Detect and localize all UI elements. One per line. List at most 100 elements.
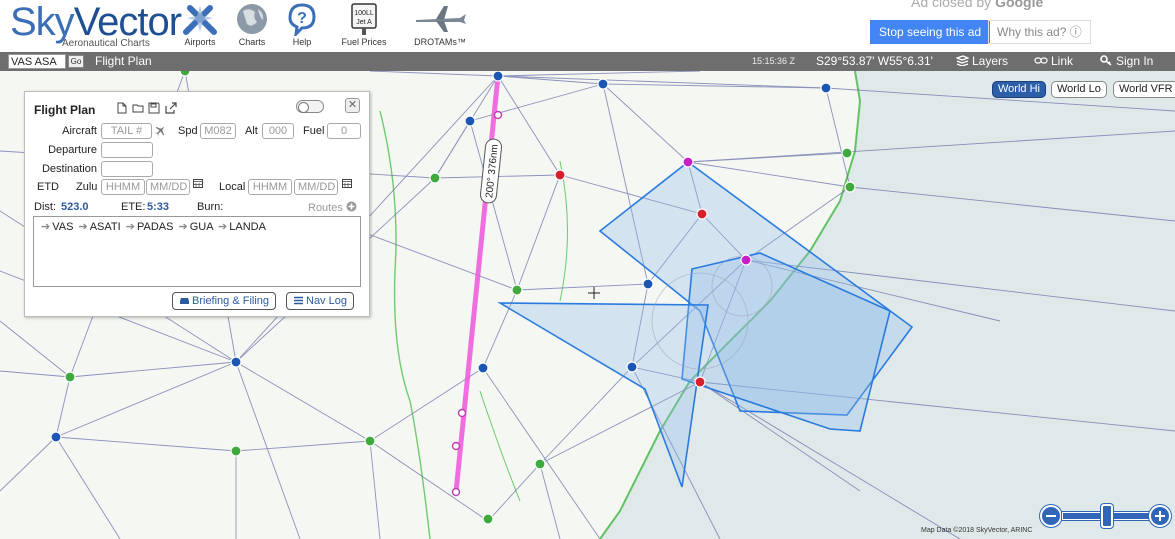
map-toolbar: Go Flight Plan 15:15:36 Z S29°53.87' W55… <box>0 52 1175 71</box>
route-waypoint[interactable] <box>451 441 461 451</box>
go-button[interactable]: Go <box>68 55 84 68</box>
zoom-out-button[interactable] <box>1040 505 1062 527</box>
open-folder-icon[interactable] <box>132 102 144 114</box>
close-icon[interactable]: ✕ <box>345 98 360 113</box>
airport-marker-magenta[interactable] <box>740 254 752 266</box>
departure-input[interactable] <box>101 142 153 158</box>
save-icon[interactable] <box>148 102 160 114</box>
ad-closed-brand: Google <box>995 0 1044 10</box>
airport-marker-red[interactable] <box>696 208 708 220</box>
departure-label: Departure <box>48 144 97 156</box>
airport-marker[interactable] <box>820 82 832 94</box>
navaid-marker[interactable] <box>511 284 523 296</box>
speed-label: Spd <box>178 125 198 137</box>
burn-label: Burn: <box>197 201 224 213</box>
nav-fuel-prices[interactable]: 100LL Jet A Fuel Prices <box>336 0 392 52</box>
airport-marker[interactable] <box>230 356 242 368</box>
routes-button[interactable]: Routes <box>308 201 357 214</box>
airport-marker[interactable] <box>477 362 489 374</box>
skyvector-logo[interactable]: SkyVector Aeronautical Charts <box>10 2 182 50</box>
nav-help[interactable]: ? Help <box>282 0 322 52</box>
link-icon <box>1034 57 1048 64</box>
layers-button[interactable]: Layers <box>955 54 1009 68</box>
why-this-ad-button[interactable]: Why this ad? ⓘ <box>988 20 1091 44</box>
route-waypoint[interactable] <box>493 110 503 120</box>
chart-button-world-hi[interactable]: World Hi <box>992 81 1046 98</box>
local-time-input[interactable]: HHMM <box>248 179 292 195</box>
calendar-icon[interactable] <box>342 178 352 188</box>
route-text-area[interactable]: ➔ VAS ➔ ASATI ➔ PADAS ➔ GUA ➔ LANDA <box>33 216 361 287</box>
navaid-marker[interactable] <box>230 445 242 457</box>
route-arrow-icon: ➔ <box>218 221 228 233</box>
fuel-input[interactable]: 0 <box>327 123 361 139</box>
link-label: Link <box>1051 54 1074 68</box>
share-icon[interactable] <box>165 102 177 114</box>
stop-seeing-ad-button[interactable]: Stop seeing this ad <box>870 20 991 44</box>
tail-number-input[interactable]: TAIL # <box>101 123 152 139</box>
route-arrow-icon: ➔ <box>41 221 51 233</box>
navaid-marker[interactable] <box>364 435 376 447</box>
local-date-input[interactable]: MM/DD <box>294 179 338 195</box>
calendar-icon[interactable] <box>193 178 203 188</box>
airport-marker[interactable] <box>464 115 476 127</box>
svg-text:?: ? <box>297 10 307 27</box>
zoom-slider-thumb[interactable] <box>1101 504 1113 528</box>
navaid-marker[interactable] <box>64 371 76 383</box>
new-document-icon[interactable] <box>116 102 128 114</box>
speed-input[interactable]: M082 <box>200 123 236 139</box>
altitude-label: Alt <box>245 125 258 137</box>
flight-plan-panel: Flight Plan ✕ Aircraft TAIL # Spd M082 A… <box>24 91 370 317</box>
aircraft-label: Aircraft <box>62 125 97 137</box>
airplane-icon[interactable] <box>155 125 166 136</box>
layers-label: Layers <box>972 54 1009 68</box>
route-waypoint-name: LANDA <box>229 221 266 233</box>
search-input[interactable] <box>8 54 66 69</box>
fuel-sign-line-1: 100LL <box>354 10 374 17</box>
route-waypoint-name: VAS <box>52 221 74 233</box>
airport-marker[interactable] <box>597 78 609 90</box>
nav-log-button[interactable]: Nav Log <box>286 292 354 310</box>
ad-area: Ad closed by Google Stop seeing this ad … <box>781 0 1175 50</box>
nav-charts-label: Charts <box>238 37 266 47</box>
route-arrow-icon: ➔ <box>125 221 135 233</box>
destination-input[interactable] <box>101 161 153 177</box>
airport-marker[interactable] <box>492 71 504 82</box>
zulu-time-input[interactable]: HHMM <box>101 179 145 195</box>
navaid-marker[interactable] <box>534 458 546 470</box>
nav-drotams[interactable]: DROTAMs™ <box>406 0 474 52</box>
navaid-marker[interactable] <box>844 181 856 193</box>
nav-charts[interactable]: Charts <box>230 0 274 52</box>
layers-icon <box>955 55 970 67</box>
navaid-marker[interactable] <box>179 71 191 77</box>
chart-button-world-vfr[interactable]: World VFR <box>1113 81 1175 98</box>
flight-plan-mode-toggle[interactable] <box>296 100 324 113</box>
nav-airports[interactable]: Airports <box>174 0 226 52</box>
flight-plan-toggle[interactable]: Flight Plan <box>95 54 152 68</box>
navaid-marker[interactable] <box>482 513 494 525</box>
route-waypoint[interactable] <box>457 408 467 418</box>
navaid-marker[interactable] <box>429 172 441 184</box>
route-waypoint-name: PADAS <box>136 221 174 233</box>
airport-marker-red[interactable] <box>694 376 706 388</box>
nav-fuel-prices-label: Fuel Prices <box>341 37 387 47</box>
airport-marker[interactable] <box>50 431 62 443</box>
route-waypoint[interactable] <box>451 487 461 497</box>
link-button[interactable]: Link <box>1034 54 1073 68</box>
airport-marker-red[interactable] <box>554 169 566 181</box>
airport-marker-magenta[interactable] <box>682 156 694 168</box>
zoom-in-button[interactable] <box>1149 505 1171 527</box>
airport-marker[interactable] <box>642 278 654 290</box>
route-arrow-icon: ➔ <box>78 221 88 233</box>
chart-button-world-lo[interactable]: World Lo <box>1051 81 1107 98</box>
fuel-label: Fuel <box>303 125 325 137</box>
navaid-marker[interactable] <box>841 147 853 159</box>
nav-help-label: Help <box>292 37 312 47</box>
sign-in-button[interactable]: Sign In <box>1100 54 1153 68</box>
zulu-date-input[interactable]: MM/DD <box>146 179 190 195</box>
local-label: Local <box>219 181 246 193</box>
nav-drotams-label: DROTAMs™ <box>414 37 466 47</box>
airport-marker[interactable] <box>626 361 638 373</box>
altitude-input[interactable]: 000 <box>262 123 294 139</box>
zulu-label: Zulu <box>76 181 98 193</box>
briefing-filing-button[interactable]: Briefing & Filing <box>172 292 277 310</box>
